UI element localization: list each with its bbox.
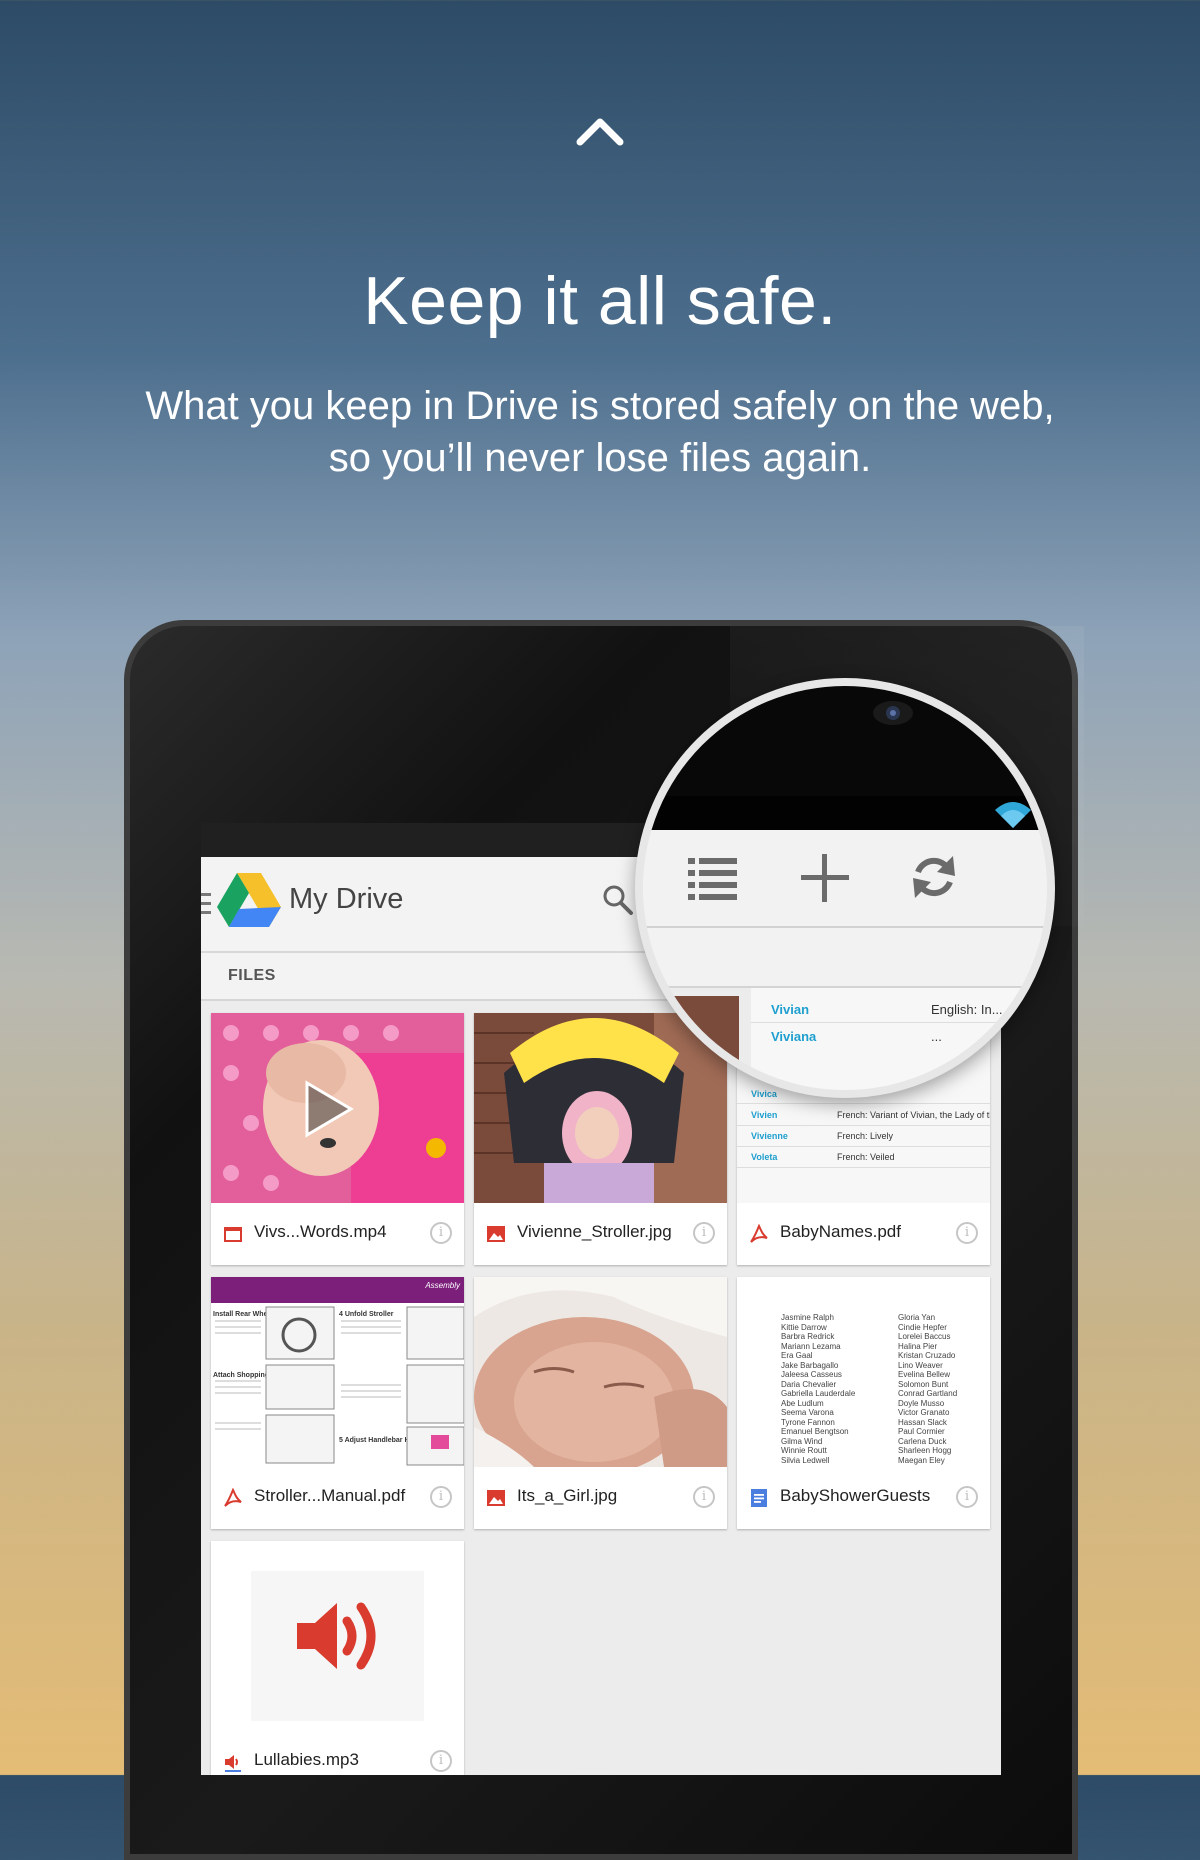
subtext-line-2: so you’ll never lose files again. (328, 436, 872, 480)
file-name: BabyNames.pdf (780, 1222, 901, 1241)
file-caption: Stroller...Manual.pdf i (211, 1467, 464, 1529)
guest-name: Era Gaal (781, 1351, 813, 1360)
add-icon[interactable] (801, 854, 849, 902)
subtext: What you keep in Drive is stored safely … (0, 380, 1200, 484)
info-icon[interactable]: i (693, 1222, 715, 1244)
drawer-menu-icon[interactable] (201, 891, 211, 917)
guest-name: Jake Barbagallo (781, 1360, 839, 1370)
thumbnail-newborn-photo (474, 1277, 727, 1467)
guest-name: Hassan Slack (898, 1417, 947, 1427)
file-name: Vivienne_Stroller.jpg (517, 1222, 672, 1241)
file-card-doc-guests[interactable]: Jasmine Ralph Kittie Darrow Barbra Redrick… (737, 1277, 990, 1529)
guest-name: Maegan Eley (898, 1455, 945, 1465)
guest-name: Lino Weaver (898, 1360, 943, 1370)
magnifier-lens: Vivian English: In... Viviana ... (635, 678, 1055, 1098)
video-icon (224, 1227, 242, 1242)
guest-name: Solomon Bunt (898, 1379, 949, 1389)
guest-name: Halina Pier (898, 1341, 938, 1351)
guest-name: Silvia Ledwell (781, 1455, 830, 1465)
info-icon[interactable]: i (693, 1486, 715, 1508)
thumbnail-guest-list: Jasmine Ralph Kittie Darrow Barbra Redrick… (737, 1277, 990, 1467)
guest-name: Abe Ludlum (781, 1398, 824, 1408)
section-label: FILES (228, 967, 276, 984)
file-caption: BabyNames.pdf i (737, 1203, 990, 1265)
guest-name: Doyle Musso (898, 1398, 945, 1408)
guest-name: Cindie Hepfer (898, 1322, 947, 1332)
guest-name: Evelina Bellew (898, 1370, 951, 1379)
pdf-icon (224, 1488, 242, 1507)
subtext-line-1: What you keep in Drive is stored safely … (145, 384, 1055, 428)
guest-name: Conrad Gartland (898, 1389, 958, 1398)
file-name: Lullabies.mp3 (254, 1750, 359, 1769)
guest-name: Tyrone Fannon (781, 1417, 835, 1427)
info-icon[interactable]: i (956, 1222, 978, 1244)
refresh-icon[interactable] (909, 852, 959, 902)
file-card-audio[interactable]: Lullabies.mp3 i (211, 1541, 464, 1775)
info-icon[interactable]: i (430, 1486, 452, 1508)
headline: Keep it all safe. (363, 263, 837, 339)
image-icon (487, 1490, 505, 1506)
file-name: Stroller...Manual.pdf (254, 1486, 406, 1505)
pdf-icon (750, 1224, 768, 1243)
guest-name: Lorelei Baccus (898, 1332, 951, 1341)
file-name: BabyShowerGuests (780, 1486, 931, 1505)
guest-name: Sharleen Hogg (898, 1446, 952, 1455)
image-icon (487, 1226, 505, 1242)
drive-logo-icon (217, 873, 281, 927)
guest-name: Barbra Redrick (781, 1332, 835, 1341)
guest-name: Gabriella Lauderdale (781, 1389, 856, 1398)
info-icon[interactable]: i (430, 1222, 452, 1244)
guest-name: Seema Varona (781, 1408, 834, 1417)
swipe-up-chevron-icon[interactable] (576, 110, 624, 150)
guest-name: Jasmine Ralph (781, 1313, 834, 1322)
file-caption: Lullabies.mp3 i (211, 1731, 464, 1775)
guest-name: Kristan Cruzado (898, 1351, 956, 1360)
file-card-image-newborn[interactable]: Its_a_Girl.jpg i (474, 1277, 727, 1529)
guest-name: Carlena Duck (898, 1436, 947, 1446)
wifi-icon (995, 802, 1031, 828)
guest-name: Kittie Darrow (781, 1322, 827, 1332)
audio-icon (225, 1755, 241, 1772)
file-caption: BabyShowerGuests i (737, 1467, 990, 1529)
file-card-video[interactable]: Vivs...Words.mp4 i (211, 1013, 464, 1265)
file-caption: Vivienne_Stroller.jpg i (474, 1203, 727, 1265)
guest-name: Mariann Lezama (781, 1341, 841, 1351)
thumbnail-baby-video (211, 1013, 464, 1203)
guest-name: Gilma Wind (781, 1436, 823, 1446)
lens-name-vivian: Vivian (771, 1002, 810, 1017)
guest-name: Winnie Routt (781, 1446, 827, 1455)
list-view-icon[interactable] (688, 856, 738, 900)
guest-name: Emanuel Bengtson (781, 1427, 849, 1436)
guest-name: Paul Cormier (898, 1427, 945, 1436)
thumbnail-manual-page: Assembly Install Rear Wheels 4 Unfold St… (211, 1277, 464, 1467)
guest-name: Daria Chevalier (781, 1379, 837, 1389)
guest-name: Gloria Yan (898, 1313, 936, 1322)
file-caption: Its_a_Girl.jpg i (474, 1467, 727, 1529)
info-icon[interactable]: i (956, 1486, 978, 1508)
file-name: Its_a_Girl.jpg (517, 1486, 618, 1505)
doc-icon (751, 1489, 767, 1507)
guest-name: Jaleesa Casseus (781, 1370, 842, 1379)
file-caption: Vivs...Words.mp4 i (211, 1203, 464, 1265)
file-card-pdf-manual[interactable]: Assembly Install Rear Wheels 4 Unfold St… (211, 1277, 464, 1529)
info-icon[interactable]: i (430, 1750, 452, 1772)
app-title: My Drive (289, 883, 404, 915)
camera-lens-icon (873, 701, 913, 725)
file-name: Vivs...Words.mp4 (254, 1222, 387, 1241)
thumbnail-audio (211, 1541, 464, 1731)
search-icon[interactable] (601, 883, 635, 917)
lens-name-viviana: Viviana (771, 1029, 817, 1044)
guest-name: Victor Granato (898, 1408, 950, 1417)
